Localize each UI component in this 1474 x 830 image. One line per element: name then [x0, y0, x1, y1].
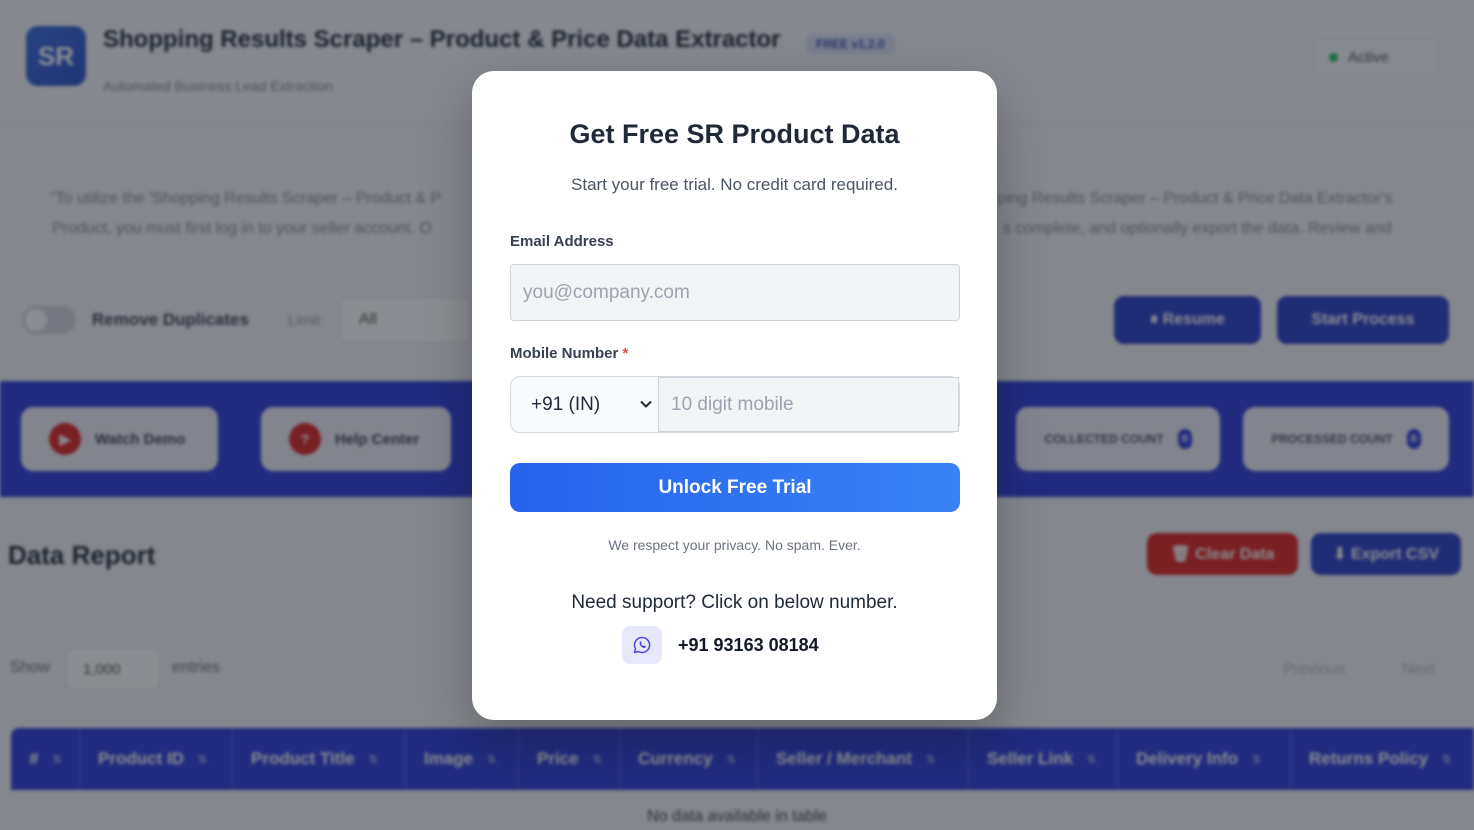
modal-title: Get Free SR Product Data: [569, 119, 900, 149]
email-field[interactable]: [510, 264, 960, 321]
whatsapp-glyph-icon: [633, 636, 651, 654]
mobile-label: Mobile Number *: [510, 345, 629, 362]
privacy-note: We respect your privacy. No spam. Ever.: [608, 537, 861, 553]
chevron-down-icon: [640, 400, 652, 408]
modal-subtitle: Start your free trial. No credit card re…: [571, 175, 898, 194]
support-phone-number[interactable]: +91 93163 08184: [678, 635, 819, 656]
country-code-select[interactable]: +91 (IN): [511, 377, 659, 432]
support-text: Need support? Click on below number.: [571, 592, 898, 613]
mobile-input-group: +91 (IN): [510, 376, 960, 433]
mobile-number-field[interactable]: [658, 377, 959, 432]
free-trial-modal: Get Free SR Product Data Start your free…: [472, 71, 997, 720]
unlock-free-trial-button[interactable]: Unlock Free Trial: [510, 463, 960, 512]
whatsapp-icon[interactable]: [622, 626, 662, 664]
country-code-value: +91 (IN): [531, 393, 601, 415]
email-label: Email Address: [510, 233, 614, 250]
required-asterisk: *: [622, 345, 629, 362]
